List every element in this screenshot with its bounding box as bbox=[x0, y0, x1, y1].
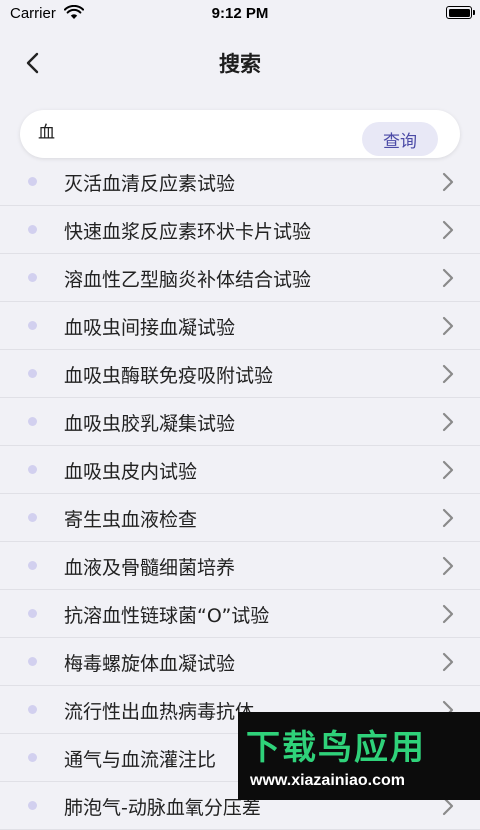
list-item[interactable]: 溶血性乙型脑炎补体结合试验 bbox=[0, 254, 480, 302]
list-item[interactable]: 血吸虫酶联免疫吸附试验 bbox=[0, 350, 480, 398]
search-bar: 查询 bbox=[20, 110, 460, 158]
list-item[interactable]: 血吸虫皮内试验 bbox=[0, 446, 480, 494]
chevron-right-icon bbox=[442, 460, 454, 480]
bullet-dot bbox=[28, 225, 37, 234]
list-item-label: 血吸虫胶乳凝集试验 bbox=[64, 413, 236, 435]
chevron-right-icon bbox=[442, 364, 454, 384]
list-item[interactable]: 灭活血清反应素试验 bbox=[0, 158, 480, 206]
chevron-right-icon bbox=[442, 556, 454, 576]
list-item[interactable]: 血液及骨髓细菌培养 bbox=[0, 542, 480, 590]
list-item-label: 快速血浆反应素环状卡片试验 bbox=[64, 221, 312, 243]
clock: 9:12 PM bbox=[211, 5, 269, 22]
bullet-dot bbox=[28, 465, 37, 474]
query-button[interactable]: 查询 bbox=[362, 122, 438, 156]
battery-icon bbox=[446, 6, 475, 19]
search-input[interactable] bbox=[38, 116, 358, 144]
bullet-dot bbox=[28, 705, 37, 714]
bullet-dot bbox=[28, 369, 37, 378]
bullet-dot bbox=[28, 561, 37, 570]
list-item[interactable]: 寄生虫血液检查 bbox=[0, 494, 480, 542]
list-item-label: 血吸虫皮内试验 bbox=[64, 461, 198, 483]
list-item-label: 血吸虫间接血凝试验 bbox=[64, 317, 236, 339]
watermark-title: 下载鸟应用 bbox=[246, 728, 426, 768]
bullet-dot bbox=[28, 657, 37, 666]
bullet-dot bbox=[28, 273, 37, 282]
watermark-logo: 下载鸟应用 www.xiazainiao.com bbox=[238, 712, 480, 800]
chevron-right-icon bbox=[442, 172, 454, 192]
list-item-label: 灭活血清反应素试验 bbox=[64, 173, 236, 195]
chevron-right-icon bbox=[442, 508, 454, 528]
list-item[interactable]: 抗溶血性链球菌“O”试验 bbox=[0, 590, 480, 638]
chevron-right-icon bbox=[442, 412, 454, 432]
list-item-label: 流行性出血热病毒抗体 bbox=[64, 701, 255, 723]
bullet-dot bbox=[28, 417, 37, 426]
chevron-right-icon bbox=[442, 268, 454, 288]
list-item[interactable]: 血吸虫胶乳凝集试验 bbox=[0, 398, 480, 446]
list-item[interactable]: 快速血浆反应素环状卡片试验 bbox=[0, 206, 480, 254]
list-item-label: 血吸虫酶联免疫吸附试验 bbox=[64, 365, 274, 387]
list-item-label: 通气与血流灌注比 bbox=[64, 749, 217, 771]
watermark-url: www.xiazainiao.com bbox=[250, 772, 406, 789]
chevron-right-icon bbox=[442, 316, 454, 336]
chevron-right-icon bbox=[442, 604, 454, 624]
list-item[interactable]: 血吸虫间接血凝试验 bbox=[0, 302, 480, 350]
navigation-bar: 搜索 bbox=[0, 28, 480, 96]
bullet-dot bbox=[28, 609, 37, 618]
list-item-label: 肺泡气-动脉血氧分压差 bbox=[64, 797, 261, 819]
status-bar: Carrier 9:12 PM bbox=[0, 0, 480, 28]
bullet-dot bbox=[28, 801, 37, 810]
list-item-label: 抗溶血性链球菌“O”试验 bbox=[64, 605, 270, 627]
bullet-dot bbox=[28, 753, 37, 762]
list-item[interactable]: 梅毒螺旋体血凝试验 bbox=[0, 638, 480, 686]
page-title: 搜索 bbox=[219, 52, 261, 76]
bullet-dot bbox=[28, 177, 37, 186]
list-item-label: 梅毒螺旋体血凝试验 bbox=[64, 653, 236, 675]
chevron-right-icon bbox=[442, 220, 454, 240]
bullet-dot bbox=[28, 321, 37, 330]
bullet-dot bbox=[28, 513, 37, 522]
list-item-label: 溶血性乙型脑炎补体结合试验 bbox=[64, 269, 312, 291]
chevron-right-icon bbox=[442, 652, 454, 672]
list-item-label: 血液及骨髓细菌培养 bbox=[64, 557, 236, 579]
list-item-label: 寄生虫血液检查 bbox=[64, 509, 198, 531]
